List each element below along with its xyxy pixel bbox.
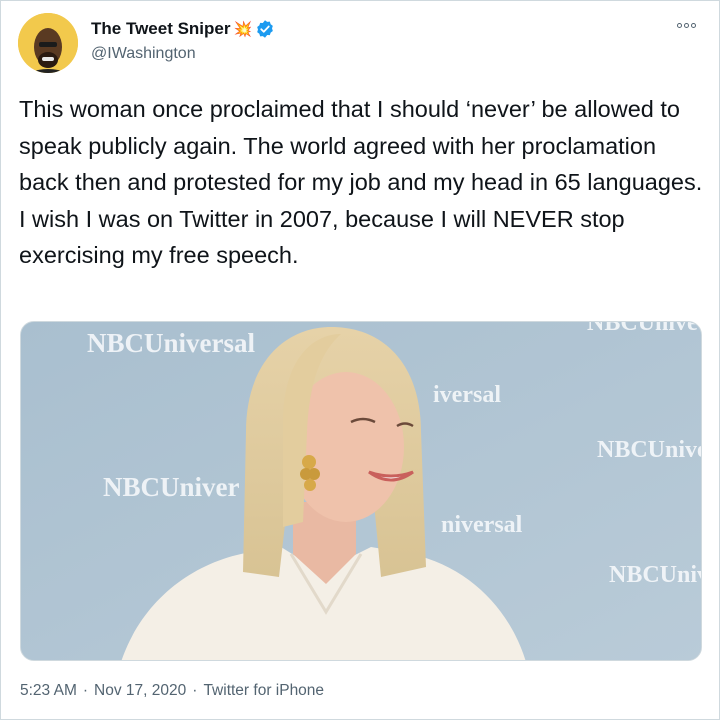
author-name-row[interactable]: The Tweet Sniper 💥: [91, 19, 275, 39]
avatar[interactable]: [18, 13, 78, 73]
handle[interactable]: @IWashington: [91, 45, 196, 63]
tweet-text: This woman once proclaimed that I should…: [19, 96, 703, 268]
tweet-source[interactable]: Twitter for iPhone: [203, 682, 324, 700]
tweet-card[interactable]: The Tweet Sniper 💥 @IWashington This wom…: [0, 0, 720, 720]
avatar-image: [18, 13, 78, 73]
meta-separator: ·: [82, 682, 89, 699]
tweet-time[interactable]: 5:23 AM: [20, 682, 77, 700]
watermark-text: NBCUnive: [597, 437, 702, 463]
tweet-media-photo[interactable]: NBCUniversal NBCUniver NBCUnive NBCUniv …: [20, 321, 702, 661]
display-name[interactable]: The Tweet Sniper: [91, 19, 231, 39]
meta-separator: ·: [192, 682, 198, 699]
tweet-date[interactable]: Nov 17, 2020: [94, 682, 186, 700]
watermark-text: NBCUniv: [609, 562, 702, 588]
watermark-text: NBCUniver: [103, 472, 240, 502]
watermark-text: NBCUnive: [587, 321, 698, 336]
collision-emoji-icon: 💥: [233, 20, 253, 38]
more-options-icon[interactable]: [677, 19, 699, 31]
watermark-text: iversal: [433, 382, 501, 408]
verified-badge-icon: [257, 20, 274, 38]
tweet-meta: 5:23 AM · Nov 17, 2020 · Twitter for iPh…: [20, 682, 324, 700]
watermark-text: NBCUniversal: [87, 328, 255, 358]
watermark-text: niversal: [441, 512, 523, 538]
